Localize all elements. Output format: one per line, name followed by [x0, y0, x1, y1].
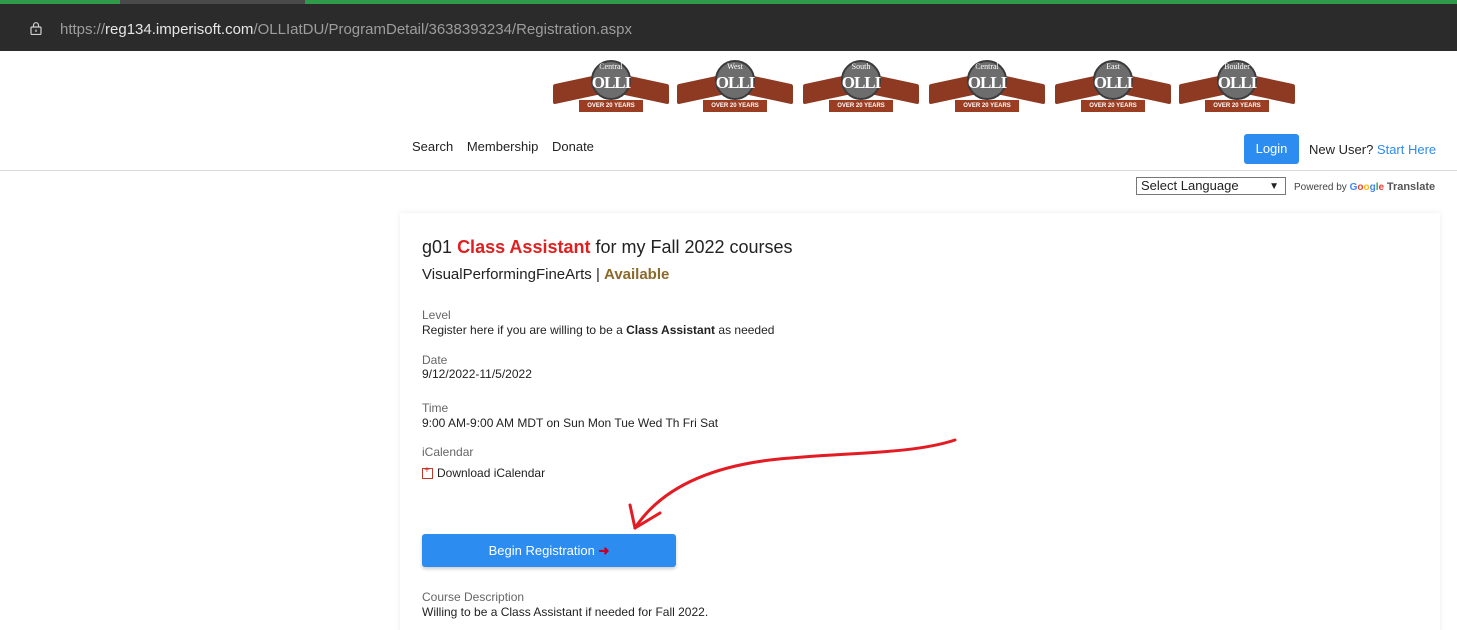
arrow-right-icon: ➜ [598, 543, 610, 558]
powered-by-text: Powered by [1294, 182, 1347, 193]
logo-region: South [851, 62, 871, 71]
status-badge: Available [604, 266, 670, 283]
subtitle-separator: | [595, 266, 600, 283]
logo-text: OLLI [1217, 73, 1258, 92]
level-label: Level [422, 308, 451, 322]
main-nav: Search Membership Donate [412, 139, 604, 154]
olli-east-logo[interactable]: East OLLI OVER 20 YEARS [1055, 58, 1171, 118]
logo-region: Central [599, 62, 623, 71]
course-description-value: Willing to be a Class Assistant if neede… [422, 605, 709, 619]
start-here-link[interactable]: Start Here [1377, 142, 1436, 157]
logo-banner: OVER 20 YEARS [579, 100, 643, 112]
language-select-value: Select Language [1141, 178, 1239, 193]
date-value: 9/12/2022-11/5/2022 [422, 367, 532, 381]
logo-banner: OVER 20 YEARS [1081, 100, 1145, 112]
olli-south-logo[interactable]: South OLLI OVER 20 YEARS [803, 58, 919, 118]
icalendar-label: iCalendar [422, 445, 474, 459]
nav-membership-link[interactable]: Membership [467, 139, 539, 154]
course-description-label: Course Description [422, 590, 525, 604]
course-subtitle: VisualPerformingFineArts | Available [422, 266, 669, 283]
time-label: Time [422, 401, 449, 415]
google-logo: Google [1349, 182, 1385, 193]
logo-banner: OVER 20 YEARS [829, 100, 893, 112]
download-icalendar-text: Download iCalendar [437, 466, 546, 480]
logo-banner: OVER 20 YEARS [1205, 100, 1269, 112]
logo-region: West [727, 62, 743, 71]
url-host: reg134.imperisoft.com [105, 21, 254, 38]
powered-by-google-translate: Powered by Google Translate [1294, 181, 1435, 193]
level-text-pre: Register here if you are willing to be a [422, 323, 623, 337]
annotation-arrow-icon [628, 438, 957, 530]
logo-region: Central [975, 62, 999, 71]
url-scheme: https:// [60, 21, 106, 38]
url-path: /OLLIatDU/ProgramDetail/3638393234/Regis… [253, 21, 632, 38]
course-title-highlight: Class Assistant [457, 237, 591, 257]
header-divider [0, 170, 1457, 171]
logo-banner: OVER 20 YEARS [703, 100, 767, 112]
calendar-plus-icon [422, 465, 433, 479]
logo-text: OLLI [1093, 73, 1134, 92]
download-icalendar-link[interactable]: Download iCalendar [422, 465, 546, 480]
course-category: VisualPerformingFineArts [422, 266, 592, 283]
login-button[interactable]: Login [1244, 134, 1299, 164]
address-bar[interactable]: https://reg134.imperisoft.com/OLLIatDU/P… [0, 4, 1457, 51]
level-value: Register here if you are willing to be a… [422, 323, 774, 337]
logo-text: OLLI [591, 73, 632, 92]
logo-banner: OVER 20 YEARS [955, 100, 1019, 112]
logo-text: OLLI [967, 73, 1008, 92]
course-title-rest: for my Fall 2022 courses [595, 237, 793, 257]
new-user-prompt: New User? Start Here [1309, 142, 1436, 157]
level-text-post: as needed [718, 323, 775, 337]
logo-text: OLLI [715, 73, 756, 92]
language-select[interactable]: Select Language ▼ [1136, 177, 1286, 195]
url-text[interactable]: https://reg134.imperisoft.com/OLLIatDU/P… [60, 21, 632, 38]
chevron-down-icon: ▼ [1269, 181, 1279, 192]
olli-boulder-logo[interactable]: Boulder OLLI OVER 20 YEARS [1179, 58, 1295, 118]
nav-donate-link[interactable]: Donate [552, 139, 594, 154]
begin-registration-label: Begin Registration [488, 543, 595, 558]
level-text-bold: Class Assistant [626, 323, 716, 337]
olli-central-logo[interactable]: Central OLLI OVER 20 YEARS [553, 58, 669, 118]
translate-text: Translate [1386, 181, 1436, 193]
lock-icon[interactable] [30, 22, 42, 35]
nav-search-link[interactable]: Search [412, 139, 453, 154]
logo-region: Boulder [1224, 62, 1250, 71]
logo-text: OLLI [841, 73, 882, 92]
logo-region: East [1106, 62, 1120, 71]
olli-west-logo[interactable]: West OLLI OVER 20 YEARS [677, 58, 793, 118]
course-code: g01 [422, 237, 453, 257]
time-value: 9:00 AM-9:00 AM MDT on Sun Mon Tue Wed T… [422, 416, 719, 430]
date-label: Date [422, 353, 448, 367]
olli-central2-logo[interactable]: Central OLLI OVER 20 YEARS [929, 58, 1045, 118]
new-user-text: New User? [1309, 142, 1374, 157]
course-title: g01 Class Assistant for my Fall 2022 cou… [422, 237, 793, 258]
